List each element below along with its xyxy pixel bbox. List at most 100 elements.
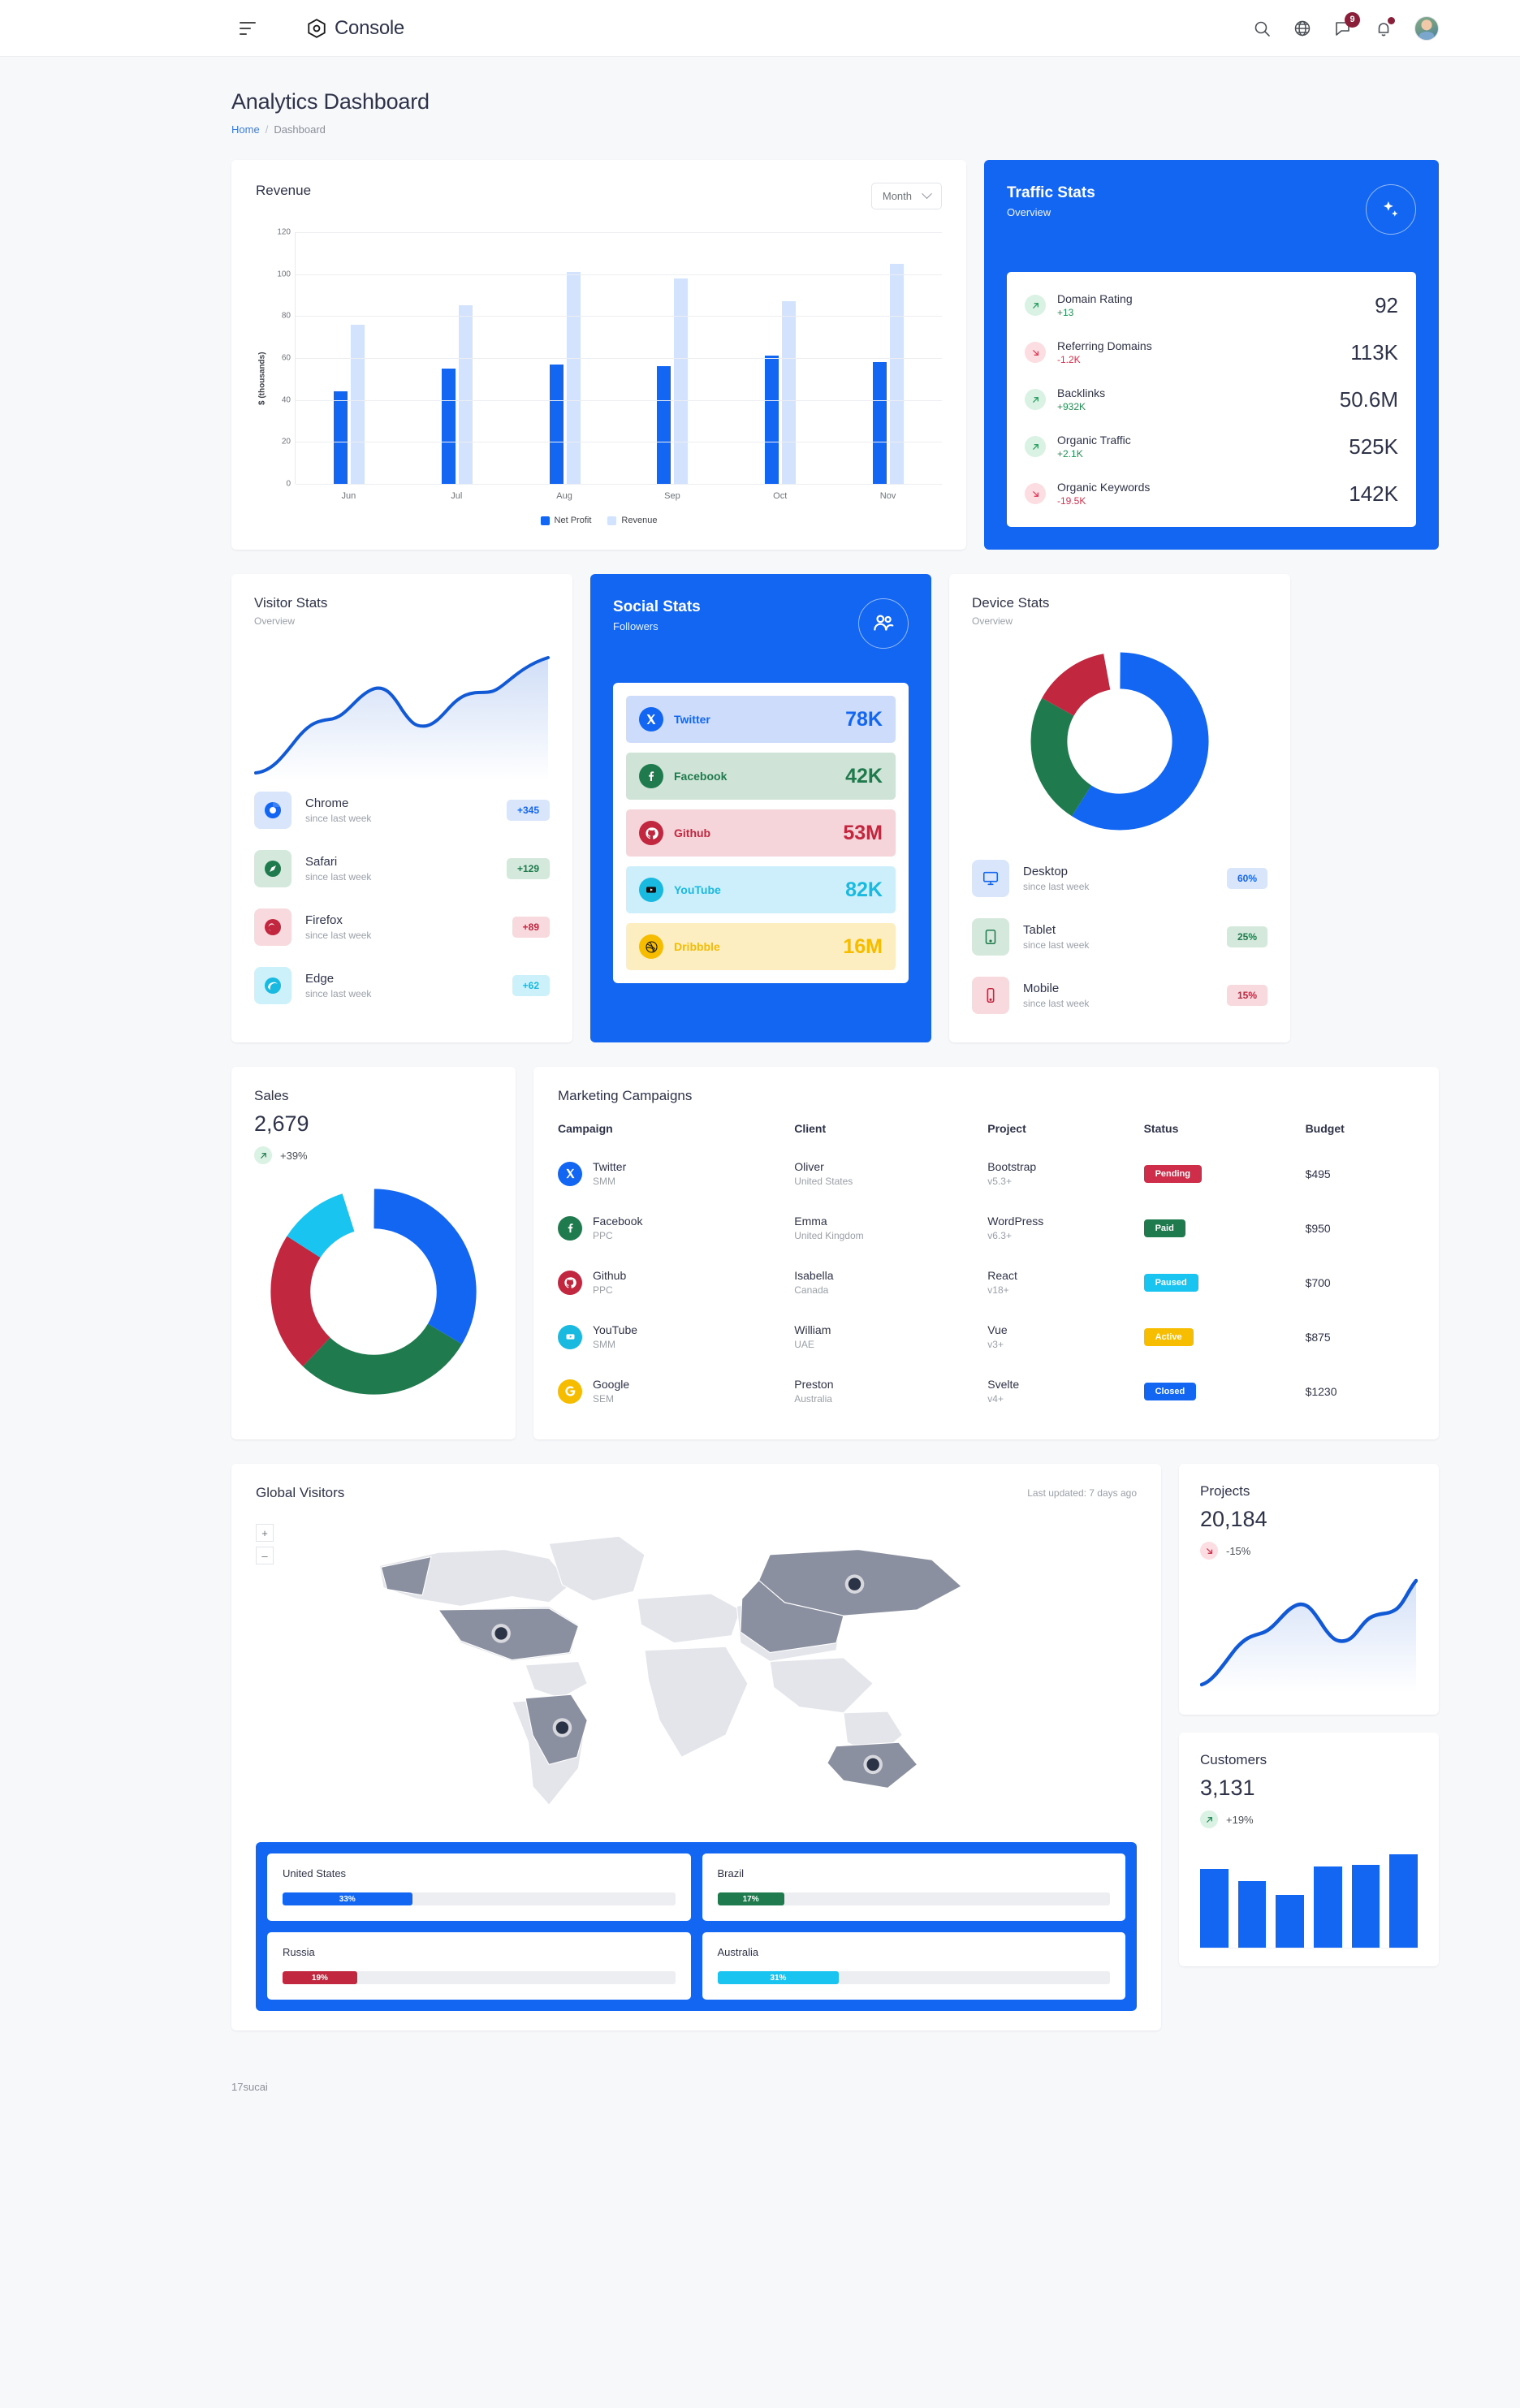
sales-title: Sales bbox=[254, 1088, 289, 1103]
map-zoom-out-button[interactable]: – bbox=[256, 1547, 274, 1564]
search-icon[interactable] bbox=[1252, 19, 1272, 38]
list-item-sub: since last week bbox=[1023, 881, 1090, 892]
sales-card: Sales 2,679 +39% bbox=[231, 1067, 516, 1439]
traffic-stat-row[interactable]: Backlinks +932K 50.6M bbox=[1025, 376, 1398, 423]
project-version: v6.3+ bbox=[987, 1230, 1012, 1241]
project-version: v5.3+ bbox=[987, 1176, 1012, 1187]
table-row[interactable]: Github PPC Isabella Canada React v18+ Paused $7… bbox=[558, 1255, 1414, 1310]
browser-list-item[interactable]: Safari since last week +129 bbox=[254, 839, 550, 898]
map-zoom-in-button[interactable]: + bbox=[256, 1524, 274, 1542]
social-list-item[interactable]: YouTube 82K bbox=[626, 866, 896, 913]
status-badge: Paused bbox=[1143, 1273, 1198, 1292]
breadcrumb-home-link[interactable]: Home bbox=[231, 123, 260, 136]
trend-up-icon bbox=[1200, 1810, 1218, 1828]
traffic-subtitle: Overview bbox=[1007, 206, 1051, 218]
tablet-icon bbox=[972, 918, 1009, 956]
social-network-list: Twitter 78K Facebook 42K Github 53M YouTube 82K… bbox=[613, 683, 909, 983]
visitor-subtitle: Overview bbox=[254, 615, 296, 627]
trend-down-icon bbox=[1200, 1542, 1218, 1560]
revenue-x-label: Nov bbox=[879, 491, 896, 501]
twitter-icon bbox=[558, 1161, 582, 1186]
traffic-stat-row[interactable]: Referring Domains -1.2K 113K bbox=[1025, 329, 1398, 376]
country-stat-card[interactable]: Brazil 17% bbox=[702, 1853, 1125, 1921]
social-list-item[interactable]: Facebook 42K bbox=[626, 753, 896, 800]
sales-delta: +39% bbox=[280, 1149, 308, 1162]
client-name: Preston bbox=[794, 1378, 834, 1391]
list-item-name: Edge bbox=[305, 972, 335, 986]
globe-icon[interactable] bbox=[1293, 19, 1312, 38]
revenue-y-tick: 60 bbox=[281, 353, 291, 363]
table-row[interactable]: Twitter SMM Oliver United States Bootstrap v5… bbox=[558, 1146, 1414, 1201]
country-progress-track: 31% bbox=[717, 1971, 1110, 1984]
list-item-pill: +129 bbox=[506, 858, 550, 879]
device-stats-donut bbox=[972, 648, 1267, 835]
page-header: Analytics Dashboard Home / Dashboard bbox=[231, 89, 1439, 136]
footer-text: 17sucai bbox=[231, 2081, 268, 2093]
country-stat-card[interactable]: Australia 31% bbox=[702, 1932, 1125, 2000]
global-visitors-card: Global Visitors Last updated: 7 days ago… bbox=[231, 1464, 1161, 2030]
revenue-legend: Net Profit Revenue bbox=[256, 516, 942, 525]
country-stat-card[interactable]: Russia 19% bbox=[267, 1932, 691, 2000]
brand-logo[interactable]: Console bbox=[306, 17, 404, 40]
customers-delta-row: +19% bbox=[1200, 1810, 1418, 1828]
traffic-stat-row[interactable]: Organic Traffic +2.1K 525K bbox=[1025, 423, 1398, 470]
bell-icon[interactable] bbox=[1374, 16, 1395, 38]
country-stat-card[interactable]: United States 33% bbox=[267, 1853, 691, 1921]
youtube-icon bbox=[558, 1324, 582, 1349]
mini-cards-column: Projects 20,184 -15% Customers 3,131 +19… bbox=[1179, 1464, 1439, 2030]
hamburger-icon[interactable] bbox=[240, 21, 257, 35]
browser-list-item[interactable]: Firefox since last week +89 bbox=[254, 898, 550, 956]
visitor-title: Visitor Stats bbox=[254, 595, 328, 611]
world-map-svg bbox=[378, 1535, 962, 1806]
status-cell: Pending bbox=[1143, 1146, 1306, 1201]
visitor-stats-card: Visitor Stats Overview Chrome since last … bbox=[231, 574, 572, 1042]
projects-sparkline bbox=[1199, 1571, 1419, 1697]
chat-icon[interactable]: 9 bbox=[1333, 11, 1360, 38]
projects-card: Projects 20,184 -15% bbox=[1179, 1464, 1439, 1715]
revenue-bar bbox=[782, 301, 797, 484]
avatar[interactable] bbox=[1414, 15, 1439, 41]
map-marker-us bbox=[491, 1624, 511, 1643]
map-marker-australia bbox=[863, 1754, 883, 1775]
page-title: Analytics Dashboard bbox=[231, 89, 430, 114]
device-list-item[interactable]: Tablet since last week 25% bbox=[972, 908, 1267, 966]
global-header: Global Visitors Last updated: 7 days ago bbox=[256, 1485, 1137, 1501]
traffic-stat-label: Organic Keywords bbox=[1057, 481, 1151, 494]
browser-list-item[interactable]: Edge since last week +62 bbox=[254, 956, 550, 1015]
traffic-stat-row[interactable]: Domain Rating +13 92 bbox=[1025, 282, 1398, 329]
list-item-pill: +89 bbox=[512, 917, 550, 938]
legend-label: Net Profit bbox=[554, 516, 592, 525]
revenue-plot-area bbox=[295, 232, 942, 485]
chevron-down-icon bbox=[922, 188, 932, 200]
table-row[interactable]: YouTube SMM William UAE Vue v3+ Active $875 bbox=[558, 1310, 1414, 1364]
revenue-bar bbox=[442, 368, 456, 484]
revenue-gridline bbox=[296, 316, 942, 317]
project-version: v18+ bbox=[987, 1284, 1009, 1296]
table-row[interactable]: Google SEM Preston Australia Svelte v4+ Closed… bbox=[558, 1364, 1414, 1418]
budget-cell: $700 bbox=[1305, 1275, 1331, 1289]
revenue-legend-item[interactable]: Revenue bbox=[607, 516, 657, 525]
list-item-pill: +62 bbox=[512, 975, 550, 996]
global-visitors-map[interactable]: + – bbox=[256, 1514, 1137, 1831]
social-list-item[interactable]: Github 53M bbox=[626, 809, 896, 857]
browser-list-item[interactable]: Chrome since last week +345 bbox=[254, 781, 550, 839]
trend-up-icon bbox=[1025, 295, 1046, 316]
traffic-stat-delta: +932K bbox=[1057, 401, 1086, 412]
social-value: 78K bbox=[845, 707, 883, 731]
period-select[interactable]: Month bbox=[870, 183, 942, 209]
client-country: Australia bbox=[794, 1393, 832, 1405]
device-list-item[interactable]: Desktop since last week 60% bbox=[972, 849, 1267, 908]
social-list-item[interactable]: Dribbble 16M bbox=[626, 923, 896, 970]
campaign-name: YouTube bbox=[593, 1323, 638, 1336]
traffic-title: Traffic Stats bbox=[1007, 184, 1095, 201]
device-list-item[interactable]: Mobile since last week 15% bbox=[972, 966, 1267, 1025]
traffic-stat-row[interactable]: Organic Keywords -19.5K 142K bbox=[1025, 470, 1398, 517]
country-progress-fill: 17% bbox=[717, 1892, 784, 1905]
revenue-legend-item[interactable]: Net Profit bbox=[540, 516, 592, 525]
sales-delta-row: +39% bbox=[254, 1146, 493, 1164]
social-title: Social Stats bbox=[613, 598, 701, 615]
visitor-browser-list: Chrome since last week +345 Safari since las… bbox=[254, 781, 550, 1015]
table-row[interactable]: Facebook PPC Emma United Kingdom WordPress v6… bbox=[558, 1201, 1414, 1255]
country-progress-track: 33% bbox=[283, 1892, 676, 1905]
social-list-item[interactable]: Twitter 78K bbox=[626, 696, 896, 743]
